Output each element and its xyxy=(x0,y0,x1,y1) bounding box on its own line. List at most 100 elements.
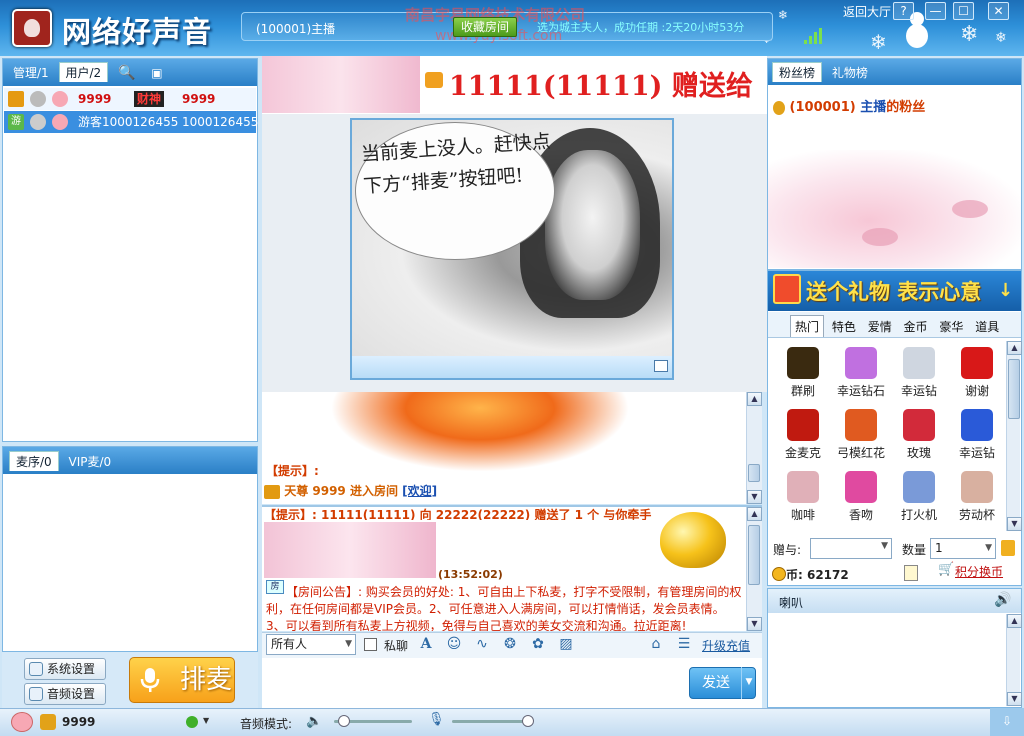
video-menu-icon[interactable] xyxy=(654,360,668,372)
tab-vip-mic[interactable]: VIP麦/0 xyxy=(63,452,118,472)
golden-egg-icon xyxy=(660,512,726,568)
speaker-scrollbar[interactable]: ▲ ▼ xyxy=(1006,614,1022,706)
gift-item[interactable]: 幸运钻 xyxy=(946,405,1008,465)
back-to-hall-link[interactable]: 返回大厅 xyxy=(843,3,891,20)
table-row[interactable]: 游 游客1000126455 1000126455 xyxy=(4,111,258,133)
quantity-select[interactable]: 1 xyxy=(930,538,996,559)
cart-icon[interactable]: 🛒 xyxy=(938,562,954,577)
gift-effect-icon[interactable]: ❂ xyxy=(502,636,518,652)
expand-down-icon[interactable]: ⇩ xyxy=(990,708,1024,736)
gift-item[interactable]: 香吻 xyxy=(830,467,892,527)
font-icon[interactable]: A xyxy=(418,636,434,652)
upgrade-recharge-link[interactable]: 升级充值 xyxy=(702,637,750,654)
gift-item[interactable]: 劳动杯 xyxy=(946,467,1008,527)
private-chat-checkbox[interactable] xyxy=(364,638,377,651)
user-score: 9999 xyxy=(182,92,216,106)
crown-icon xyxy=(264,484,280,499)
gift-item[interactable]: 咖啡 xyxy=(772,467,834,527)
private-chat-scrollbar[interactable]: ▲ ▼ xyxy=(746,507,762,631)
minimize-button[interactable]: — xyxy=(925,2,946,20)
gift-label: 幸运钻 xyxy=(900,384,937,398)
volume-slider-handle[interactable] xyxy=(338,715,350,727)
gift-item[interactable]: 弓模红花 xyxy=(830,405,892,465)
tab-admins[interactable]: 管理/1 xyxy=(7,63,55,83)
system-settings-button[interactable]: 系统设置 xyxy=(24,658,106,680)
tab-fans-rank[interactable]: 粉丝榜 xyxy=(772,62,823,82)
volume-icon[interactable]: 🔈 xyxy=(306,714,322,729)
screenshot-icon[interactable]: ▨ xyxy=(558,636,574,652)
gift-label: 香吻 xyxy=(848,508,873,522)
list-icon[interactable]: ☰ xyxy=(676,636,692,652)
tab-hot[interactable]: 热门 xyxy=(790,315,825,337)
microphone-icon xyxy=(140,668,160,692)
lock-icon[interactable] xyxy=(1001,540,1015,556)
scroll-up-arrow-icon[interactable]: ▲ xyxy=(1007,614,1022,628)
audio-settings-button[interactable]: 音频设置 xyxy=(24,683,106,705)
home-icon[interactable]: ⌂ xyxy=(648,636,664,652)
scroll-thumb[interactable] xyxy=(748,464,760,482)
gift-box-icon xyxy=(773,274,801,304)
quantity-label: 数量 xyxy=(902,543,927,557)
gift-item[interactable]: 幸运钻 xyxy=(888,343,950,403)
status-dropdown-chevron-icon[interactable]: ▼ xyxy=(203,716,209,725)
gift-scrollbar[interactable]: ▲ ▼ xyxy=(1006,341,1022,531)
table-row[interactable]: 9999 财神 9999 xyxy=(4,88,256,110)
close-button[interactable]: ✕ xyxy=(988,2,1009,20)
chat-target-select[interactable]: 所有人 xyxy=(266,634,356,655)
gift-item[interactable]: 群刷 xyxy=(772,343,834,403)
guest-badge: 游 xyxy=(8,114,24,130)
online-status-icon[interactable] xyxy=(186,716,198,728)
user-list-panel: 管理/1 用户/2 🔍 ▣ 9999 财神 9999 游 游客100012645… xyxy=(2,58,258,442)
scroll-down-arrow-icon[interactable]: ▼ xyxy=(747,490,762,504)
list-icon[interactable]: ▣ xyxy=(145,63,168,83)
maximize-button[interactable]: ☐ xyxy=(953,2,974,20)
gift-label: 幸运钻 xyxy=(958,446,995,460)
gift-item[interactable]: 玫瑰 xyxy=(888,405,950,465)
gift-item[interactable]: 谢谢 xyxy=(946,343,1008,403)
tab-gift-rank[interactable]: 礼物榜 xyxy=(826,63,874,83)
public-chat-scrollbar[interactable]: ▲ ▼ xyxy=(746,392,762,504)
scroll-down-arrow-icon[interactable]: ▼ xyxy=(1007,692,1022,706)
scroll-up-arrow-icon[interactable]: ▲ xyxy=(747,507,762,521)
scroll-down-arrow-icon[interactable]: ▼ xyxy=(747,617,762,631)
search-icon[interactable]: 🔍 xyxy=(112,63,141,83)
scroll-thumb[interactable] xyxy=(1008,359,1020,419)
gift-item[interactable]: 金麦克 xyxy=(772,405,834,465)
scroll-down-arrow-icon[interactable]: ▼ xyxy=(1007,517,1022,531)
gift-item[interactable]: 幸运钻石 xyxy=(830,343,892,403)
gift-icon xyxy=(787,347,819,379)
help-button[interactable]: ? xyxy=(893,2,914,20)
give-to-select[interactable] xyxy=(810,538,892,559)
gift-label: 谢谢 xyxy=(964,384,989,398)
edit-icon[interactable] xyxy=(904,565,918,581)
user-tabs: 管理/1 用户/2 🔍 ▣ xyxy=(3,59,257,86)
scroll-up-arrow-icon[interactable]: ▲ xyxy=(1007,341,1022,355)
tab-love[interactable]: 爱情 xyxy=(864,316,896,338)
tab-luxury[interactable]: 豪华 xyxy=(935,316,967,338)
welcome-link[interactable]: [欢迎] xyxy=(402,484,437,498)
tab-users[interactable]: 用户/2 xyxy=(58,62,109,82)
gift-slogan: 送个礼物 表示心意 xyxy=(806,279,982,304)
microphone-icon[interactable]: 🎙 xyxy=(428,712,445,730)
exchange-coins-link[interactable]: 积分换币 xyxy=(955,563,1003,580)
gift-item[interactable]: 打火机 xyxy=(888,467,950,527)
avatar[interactable] xyxy=(11,712,33,732)
scroll-up-arrow-icon[interactable]: ▲ xyxy=(747,392,762,406)
scroll-thumb[interactable] xyxy=(748,525,760,585)
tab-mic-queue[interactable]: 麦序/0 xyxy=(9,451,59,471)
gift-icon xyxy=(903,471,935,503)
scribble-icon[interactable]: ∿ xyxy=(474,636,490,652)
tab-special[interactable]: 特色 xyxy=(828,316,860,338)
mic-volume-slider[interactable] xyxy=(452,720,532,723)
emoji-icon[interactable]: ☺ xyxy=(446,636,462,652)
gift-label: 打火机 xyxy=(900,508,937,522)
tab-props[interactable]: 道具 xyxy=(971,316,1003,338)
flower-icon[interactable]: ✿ xyxy=(530,636,546,652)
gift-label: 金麦克 xyxy=(784,446,821,460)
tab-gold[interactable]: 金币 xyxy=(900,316,932,338)
speaker-icon[interactable]: 🔊 xyxy=(994,592,1014,608)
favorite-room-button[interactable]: 收藏房间 xyxy=(453,17,517,37)
message-input[interactable] xyxy=(262,658,762,708)
send-options-chevron-icon[interactable]: ▼ xyxy=(741,667,756,699)
mic-slider-handle[interactable] xyxy=(522,715,534,727)
